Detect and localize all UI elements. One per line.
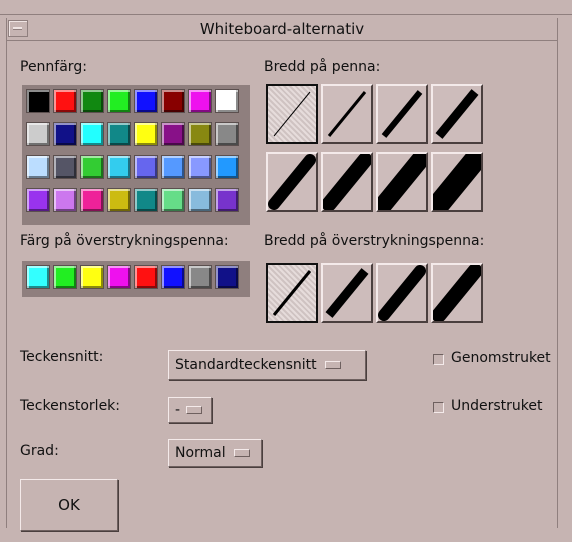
highlighter-color-label: Färg på överstrykningspenna:: [20, 233, 229, 249]
pen-width-option[interactable]: [321, 152, 373, 212]
pen-color-swatch[interactable]: [53, 122, 77, 146]
highlighter-width-option[interactable]: [321, 263, 373, 323]
pen-color-swatch[interactable]: [134, 188, 158, 212]
highlighter-width-label: Bredd på överstrykningspenna:: [264, 233, 485, 249]
underline-checkbox[interactable]: [433, 402, 444, 413]
pen-color-swatch[interactable]: [215, 188, 239, 212]
option-menu-indicator-icon: [186, 406, 203, 414]
pen-color-swatch[interactable]: [26, 155, 50, 179]
pen-width-option[interactable]: [266, 84, 318, 144]
pen-color-swatch[interactable]: [53, 188, 77, 212]
pen-color-swatch[interactable]: [80, 89, 104, 113]
pen-width-stroke-icon: [327, 91, 367, 137]
highlighter-color-swatch[interactable]: [53, 265, 77, 289]
option-menu-indicator-icon: [233, 449, 250, 457]
highlighter-color-swatch[interactable]: [107, 265, 131, 289]
pen-color-swatch[interactable]: [53, 155, 77, 179]
pen-color-swatch[interactable]: [188, 188, 212, 212]
pen-color-swatch[interactable]: [215, 155, 239, 179]
pen-width-option[interactable]: [431, 152, 483, 212]
highlighter-color-swatch[interactable]: [215, 265, 239, 289]
font-value: Standardteckensnitt: [175, 357, 317, 373]
pen-color-swatch[interactable]: [215, 122, 239, 146]
highlighter-width-option[interactable]: [431, 263, 483, 323]
font-option-menu[interactable]: Standardteckensnitt: [168, 350, 366, 380]
font-size-option-menu[interactable]: -: [168, 397, 212, 423]
pen-color-swatch[interactable]: [161, 122, 185, 146]
pen-color-swatch[interactable]: [80, 122, 104, 146]
pen-width-stroke-icon: [268, 154, 316, 210]
pen-color-label: Pennfärg:: [20, 59, 87, 75]
pen-color-swatch[interactable]: [107, 122, 131, 146]
window-title: Whiteboard-alternativ: [199, 20, 365, 38]
pen-color-swatch[interactable]: [188, 122, 212, 146]
highlighter-color-palette: [22, 261, 250, 297]
highlighter-width-option[interactable]: [266, 263, 318, 323]
pen-color-swatch[interactable]: [215, 89, 239, 113]
highlighter-width-stroke-icon: [272, 270, 312, 316]
pen-width-label: Bredd på penna:: [264, 59, 381, 75]
window-frame-left: [6, 18, 7, 528]
highlighter-color-swatch[interactable]: [134, 265, 158, 289]
pen-width-stroke-icon: [381, 90, 423, 138]
pen-color-swatch[interactable]: [53, 89, 77, 113]
pen-color-swatch[interactable]: [107, 188, 131, 212]
option-menu-indicator-icon: [324, 361, 341, 369]
pen-color-swatch[interactable]: [107, 89, 131, 113]
pen-width-stroke-icon: [378, 154, 426, 210]
highlighter-color-swatch[interactable]: [161, 265, 185, 289]
pen-color-swatch[interactable]: [26, 89, 50, 113]
highlighter-width-option[interactable]: [376, 263, 428, 323]
pen-color-swatch[interactable]: [80, 188, 104, 212]
pen-color-swatch[interactable]: [107, 155, 131, 179]
title-bar[interactable]: Whiteboard-alternativ: [6, 18, 558, 41]
highlighter-width-stroke-icon: [325, 268, 369, 318]
pen-color-swatch[interactable]: [188, 155, 212, 179]
pen-width-stroke-icon: [433, 154, 481, 210]
pen-width-stroke-icon: [323, 154, 371, 210]
pen-color-swatch[interactable]: [161, 89, 185, 113]
highlighter-width-stroke-icon: [433, 265, 481, 321]
highlighter-color-swatch[interactable]: [26, 265, 50, 289]
font-size-label: Teckenstorlek:: [20, 398, 121, 414]
pen-width-option[interactable]: [376, 152, 428, 212]
degree-option-menu[interactable]: Normal: [168, 439, 262, 467]
pen-color-palette: [22, 85, 250, 225]
font-size-value: -: [175, 402, 181, 418]
highlighter-width-grid: [266, 263, 484, 327]
pen-width-stroke-icon: [273, 91, 311, 137]
strikethrough-checkbox[interactable]: [433, 354, 444, 365]
pen-width-grid: [266, 84, 484, 220]
pen-width-option[interactable]: [266, 152, 318, 212]
pen-color-swatch[interactable]: [80, 155, 104, 179]
font-label: Teckensnitt:: [20, 349, 104, 365]
highlighter-color-swatch[interactable]: [80, 265, 104, 289]
pen-color-swatch[interactable]: [161, 155, 185, 179]
highlighter-color-swatch[interactable]: [188, 265, 212, 289]
pen-width-stroke-icon: [435, 89, 479, 139]
strikethrough-label[interactable]: Genomstruket: [451, 350, 551, 366]
pen-width-option[interactable]: [376, 84, 428, 144]
ok-button[interactable]: OK: [20, 479, 118, 531]
degree-value: Normal: [175, 445, 226, 461]
pen-color-swatch[interactable]: [134, 122, 158, 146]
underline-label[interactable]: Understruket: [451, 398, 543, 414]
pen-width-option[interactable]: [321, 84, 373, 144]
pen-width-option[interactable]: [431, 84, 483, 144]
degree-label: Grad:: [20, 443, 59, 459]
pen-color-swatch[interactable]: [26, 122, 50, 146]
pen-color-swatch[interactable]: [188, 89, 212, 113]
highlighter-width-stroke-icon: [378, 265, 426, 321]
window-frame-right: [557, 18, 558, 528]
pen-color-swatch[interactable]: [161, 188, 185, 212]
pen-color-swatch[interactable]: [134, 89, 158, 113]
pen-color-swatch[interactable]: [26, 188, 50, 212]
pen-color-swatch[interactable]: [134, 155, 158, 179]
